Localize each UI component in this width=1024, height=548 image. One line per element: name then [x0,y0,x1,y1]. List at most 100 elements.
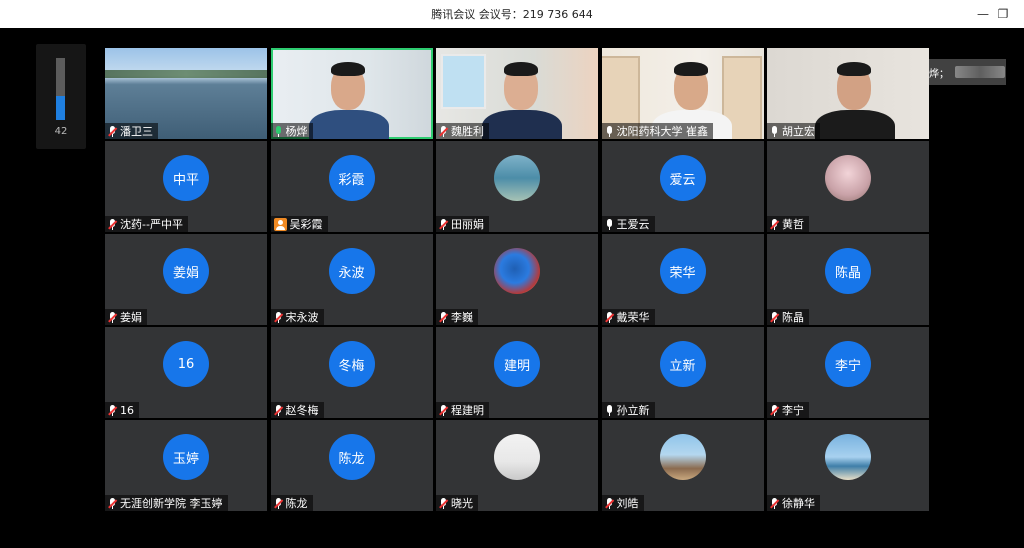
participant-tile[interactable]: 李巍 [436,234,598,325]
mic-muted-icon [770,497,779,509]
participant-nametag: 赵冬梅 [270,402,324,418]
mic-muted-icon [770,311,779,323]
participant-avatar: 彩霞 [328,155,375,201]
participant-tile[interactable]: 玉婷无涯创新学院 李玉婷 [105,420,267,511]
mic-icon [605,404,614,416]
mic-muted-icon [604,311,614,323]
participant-name: 吴彩霞 [289,218,323,231]
participant-nametag: 田丽娟 [436,216,489,232]
mic-muted-icon [439,218,448,230]
participant-photo-avatar [494,248,540,294]
participant-tile[interactable]: 永波 宋永波 [270,234,433,325]
participant-tile[interactable]: 爱云 王爱云 [601,141,764,232]
participant-name: 孙立新 [616,404,650,417]
participant-name: 16 [120,403,134,417]
participant-name: 李宁 [782,404,804,417]
participant-nametag: 徐静华 [767,495,820,511]
participant-nametag: 16 [105,402,139,418]
participant-tile[interactable]: 荣华 戴荣华 [601,234,764,325]
participant-avatar: 玉婷 [163,434,209,480]
audio-level-track [56,58,65,120]
participant-avatar: 荣华 [659,248,706,294]
participant-nametag: 无涯创新学院 李玉婷 [105,495,228,511]
participant-tile[interactable]: 黄哲 [767,141,929,232]
participant-nametag: 晓光 [436,495,478,511]
participant-tile[interactable]: 李宁 李宁 [767,327,929,418]
participant-avatar: 冬梅 [328,341,375,387]
participant-avatar: 姜娟 [163,248,209,294]
mic-muted-icon [108,125,117,137]
participant-tile[interactable]: 潘卫三 [105,48,267,139]
participant-tile[interactable]: 晓光 [436,420,598,511]
title-bar: 腾讯会议 会议号：219 736 644 — ❐ [0,0,1024,28]
mic-icon [605,125,614,137]
meeting-stage: 42 正在讲话：杨烨； 潘卫三杨烨魏胜利沈阳药科大学 崔鑫胡立宏中平沈药--严中… [0,28,1024,548]
participant-tile[interactable]: 建明 程建明 [436,327,598,418]
mic-icon [605,218,614,230]
participant-photo-avatar [659,434,706,480]
participant-name: 徐静华 [782,497,815,510]
mic-muted-icon [108,311,117,323]
participant-tile[interactable]: 田丽娟 [436,141,598,232]
participant-name: 晓光 [451,497,473,510]
mic-muted-icon [439,404,448,416]
participant-tile[interactable]: 胡立宏 [767,48,929,139]
participant-tile[interactable]: 彩霞吴彩霞 [270,141,433,232]
participant-grid: 潘卫三 杨烨 魏胜利 沈阳药科大学 崔鑫 胡立宏 中平 沈药--严中平 彩霞 吴彩霞 田丽娟 爱云王… [105,48,929,511]
participant-avatar: 中平 [163,155,209,201]
participant-tile[interactable]: 立新孙立新 [601,327,764,418]
participant-photo-avatar [494,434,540,480]
mic-muted-icon [439,497,448,509]
participant-nametag: 魏胜利 [436,123,489,139]
participant-tile[interactable]: 刘皓 [601,420,764,511]
participant-avatar: 立新 [659,341,706,387]
window-title: 腾讯会议 会议号：219 736 644 [431,8,593,21]
participant-nametag: 戴荣华 [601,309,655,325]
mic-muted-icon [108,404,117,416]
participant-name: 沈阳药科大学 崔鑫 [616,125,709,138]
participant-tile[interactable]: 徐静华 [767,420,929,511]
participant-tile[interactable]: 陈龙 陈龙 [270,420,433,511]
participant-nametag: 杨烨 [270,123,313,139]
participant-photo-avatar [825,434,871,480]
mic-icon [770,125,779,137]
participant-nametag: 陈龙 [270,495,313,511]
speaking-blurred-name [955,66,1005,78]
participant-nametag: 胡立宏 [767,123,820,139]
participant-avatar: 李宁 [825,341,871,387]
audio-level-value: 42 [54,126,68,137]
mic-muted-icon [108,497,117,509]
participant-name: 程建明 [451,404,484,417]
participant-nametag: 陈晶 [767,309,809,325]
participant-photo-avatar [825,155,871,201]
participant-tile[interactable]: 中平沈药--严中平 [105,141,267,232]
participant-nametag: 程建明 [436,402,489,418]
participant-avatar: 16 [163,341,209,387]
participant-tile[interactable]: 陈晶 陈晶 [767,234,929,325]
mic-muted-icon [439,125,448,137]
mic-muted-icon [770,404,779,416]
participant-tile[interactable]: 16 16 [105,327,267,418]
participant-avatar: 陈龙 [328,434,375,480]
participant-name: 姜娟 [120,311,142,324]
mic-muted-icon [273,404,283,416]
participant-name: 沈药--严中平 [120,218,183,231]
participant-nametag: 姜娟 [105,309,147,325]
participant-tile[interactable]: 魏胜利 [436,48,598,139]
participant-nametag: 李巍 [436,309,478,325]
participant-nametag: 孙立新 [601,402,655,418]
participant-name: 陈晶 [782,311,804,324]
mic-muted-icon [273,311,283,323]
restore-icon[interactable]: ❐ [990,0,1016,28]
participant-name: 杨烨 [285,125,308,138]
participant-nametag: 刘皓 [601,495,644,511]
participant-nametag: 吴彩霞 [270,216,328,232]
participant-nametag: 黄哲 [767,216,809,232]
participant-tile[interactable]: 冬梅 赵冬梅 [270,327,433,418]
participant-tile[interactable]: 沈阳药科大学 崔鑫 [601,48,764,139]
participant-tile[interactable]: 姜娟 姜娟 [105,234,267,325]
audio-level-fill [56,96,65,120]
participant-avatar: 永波 [328,248,375,294]
participant-tile[interactable]: 杨烨 [270,48,433,139]
participant-nametag: 沈药--严中平 [105,216,188,232]
